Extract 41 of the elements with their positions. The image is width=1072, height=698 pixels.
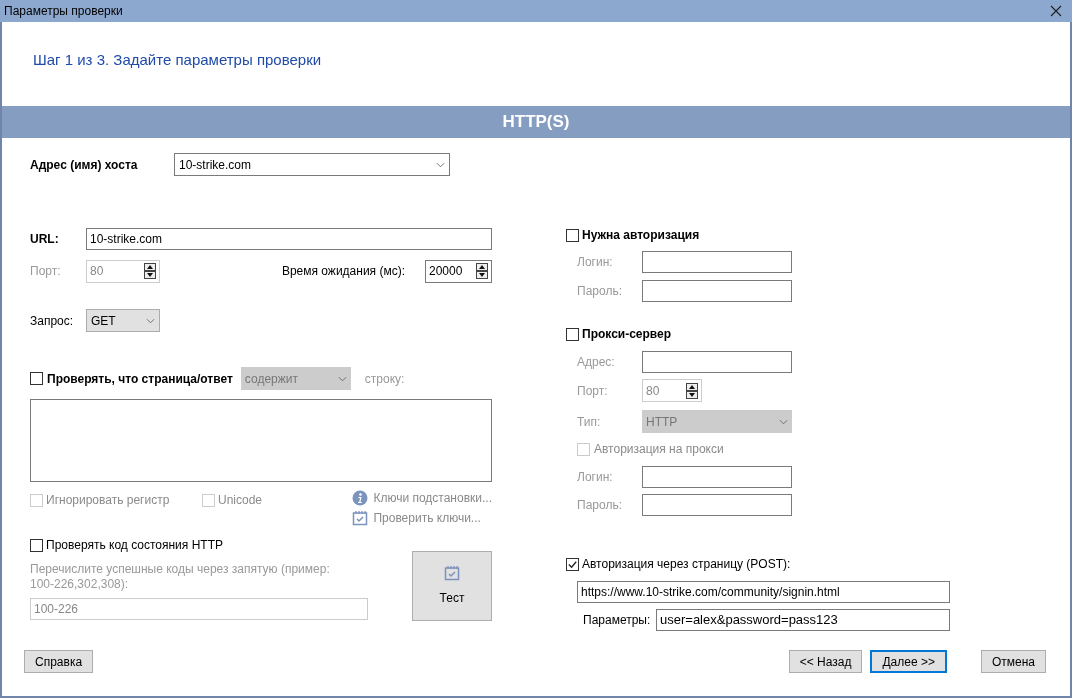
field-label: строку:	[364, 370, 405, 388]
checkbox-label: Прокси-сервер	[582, 326, 672, 343]
field-label: Логин:	[577, 468, 614, 486]
checkbox-label: Игнорировать регистр	[46, 492, 170, 509]
url-field[interactable]: 10-strike.com	[86, 227, 492, 250]
dialog-button[interactable]: Справка	[24, 650, 94, 673]
field-label: Адрес:	[577, 353, 616, 371]
link[interactable]: Ключи подстановки...	[373, 489, 492, 507]
field-label: URL:	[30, 230, 60, 248]
field-label: Порт:	[30, 263, 62, 280]
dialog-button[interactable]: Далее >>	[870, 650, 947, 673]
dialog-button[interactable]: Отмена	[980, 650, 1046, 673]
link[interactable]: Проверить ключи...	[373, 509, 481, 527]
dialog-button[interactable]: << Назад	[788, 650, 863, 673]
field-label: Тип:	[577, 413, 602, 431]
checkbox-label: Авторизация на прокси	[594, 441, 724, 458]
field-label: Пароль:	[577, 282, 623, 300]
checkbox-label: Нужна авторизация	[582, 227, 700, 244]
hint-text: Перечислите успешные коды через запятую (пример: 100-226,302,308):	[30, 562, 330, 592]
step-title: Шаг 1 из 3. Задайте параметры проверки	[33, 50, 322, 70]
checkbox-label: Авторизация через страницу (POST):	[582, 556, 791, 573]
spin-field[interactable]: 80	[642, 379, 702, 402]
field-label: Порт:	[577, 382, 609, 400]
checkbox-label: Проверять, что страница/ответ	[47, 370, 233, 388]
section-header: HTTP(S)	[2, 106, 1070, 138]
field-label: Пароль:	[577, 496, 623, 514]
checkbox-label: Проверять код состояния HTTP	[46, 537, 223, 554]
field-label: Время ожидания (мс):	[281, 263, 405, 280]
checkbox-label: Unicode	[218, 492, 263, 509]
field-label: Логин:	[577, 253, 614, 271]
status-codes-field[interactable]: 100-226	[30, 598, 368, 620]
params-field[interactable]: user=alex&password=pass123	[656, 608, 950, 631]
spin-field[interactable]: 20000	[425, 259, 492, 283]
field-label: Запрос:	[30, 312, 75, 330]
test-button[interactable]: Тест	[412, 551, 492, 621]
window-title: Параметры проверки	[4, 3, 123, 20]
field-label: Параметры:	[583, 611, 652, 629]
page-url-field[interactable]: https://www.10-strike.com/community/signin.html	[577, 581, 950, 603]
request-dropdown[interactable]: GET	[86, 309, 160, 332]
field-label: Адрес (имя) хоста	[30, 156, 139, 174]
host-dropdown[interactable]: 10-strike.com	[174, 153, 450, 176]
